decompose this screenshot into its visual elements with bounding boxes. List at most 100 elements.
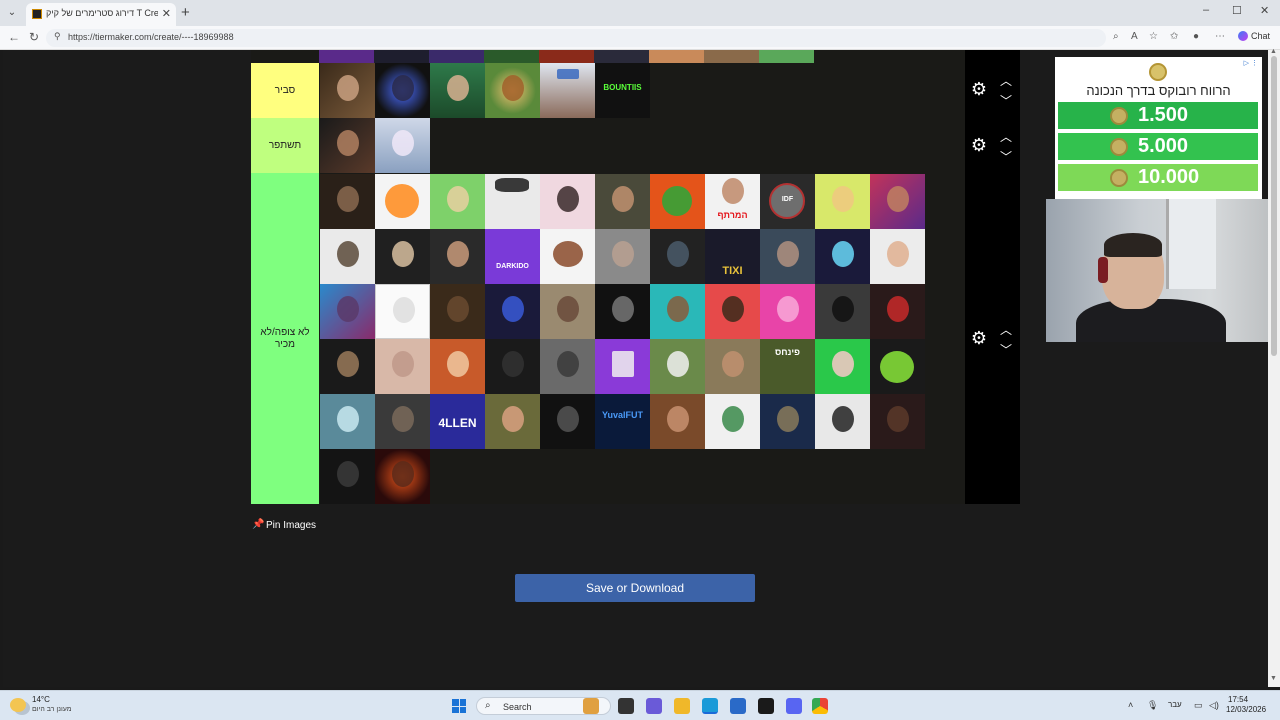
tier-image[interactable] bbox=[320, 394, 375, 449]
scroll-up-icon[interactable]: ▲ bbox=[1270, 48, 1277, 55]
read-aloud-icon[interactable]: A bbox=[1131, 31, 1138, 42]
tier-image[interactable] bbox=[375, 339, 430, 394]
tier-settings-gear-icon[interactable]: ⚙ bbox=[969, 79, 989, 99]
tier-label-saviv[interactable]: סביר bbox=[251, 63, 319, 118]
url-field[interactable]: ⚲ https://tiermaker.com/create/----18969… bbox=[46, 29, 1106, 47]
tier-image[interactable] bbox=[320, 118, 375, 173]
profile-avatar[interactable]: ● bbox=[1193, 31, 1199, 42]
tier-image[interactable] bbox=[815, 284, 870, 339]
tier-image[interactable] bbox=[320, 174, 375, 229]
tier-image[interactable] bbox=[815, 394, 870, 449]
tier-image[interactable] bbox=[705, 394, 760, 449]
ad-choices-icon[interactable]: ▷ ⋮ bbox=[1244, 59, 1258, 67]
file-explorer-icon[interactable] bbox=[674, 698, 690, 714]
tier-image[interactable] bbox=[705, 339, 760, 394]
tier-image[interactable] bbox=[595, 284, 650, 339]
tier-image[interactable]: TIXI bbox=[705, 229, 760, 284]
tier-image[interactable] bbox=[705, 284, 760, 339]
tier-image[interactable] bbox=[815, 174, 870, 229]
copilot-chat-button[interactable]: Chat bbox=[1238, 31, 1270, 41]
tier-image[interactable] bbox=[485, 339, 540, 394]
browser-tab[interactable]: דירוג סטרימרים של קיק T Create a ✕ bbox=[26, 3, 176, 26]
task-view-icon[interactable] bbox=[618, 698, 634, 714]
network-icon[interactable]: ▭ bbox=[1194, 700, 1203, 711]
scroll-down-icon[interactable]: ▼ bbox=[1270, 675, 1277, 682]
tier-label-not-watching[interactable]: לא צופה/לא מכיר bbox=[251, 173, 319, 504]
store-icon[interactable] bbox=[730, 698, 746, 714]
volume-icon[interactable]: ◁) bbox=[1209, 700, 1219, 711]
tier-image[interactable] bbox=[870, 339, 925, 394]
keyboard-language[interactable]: עבר bbox=[1168, 700, 1182, 709]
move-tier-up-icon[interactable]: ︿ bbox=[1000, 321, 1012, 338]
tier-image[interactable] bbox=[320, 284, 375, 339]
maximize-button[interactable]: ☐ bbox=[1232, 4, 1242, 17]
show-hidden-icons[interactable]: ˄ bbox=[1128, 700, 1133, 710]
tier-image[interactable] bbox=[485, 63, 540, 118]
tier-image[interactable]: BOUNTIIS bbox=[595, 63, 650, 118]
tier-image[interactable] bbox=[870, 229, 925, 284]
tier-image[interactable] bbox=[540, 63, 595, 118]
zoom-icon[interactable]: ⌕ bbox=[1113, 31, 1119, 42]
tier-image[interactable] bbox=[540, 229, 595, 284]
tier-image[interactable] bbox=[595, 229, 650, 284]
tier-image[interactable] bbox=[485, 174, 540, 229]
tier-image[interactable] bbox=[375, 63, 430, 118]
tier-image[interactable] bbox=[540, 284, 595, 339]
robux-ad[interactable]: ▷ ⋮ הרווח רובוקס בדרך הנכונה 1.500 5.000… bbox=[1055, 57, 1262, 202]
more-menu-icon[interactable]: ⋯ bbox=[1215, 31, 1225, 42]
favorites-icon[interactable]: ✩ bbox=[1170, 31, 1178, 42]
ad-amount-pill[interactable]: 1.500 bbox=[1058, 102, 1258, 129]
move-tier-up-icon[interactable]: ︿ bbox=[1000, 72, 1012, 89]
weather-icon[interactable] bbox=[10, 698, 26, 712]
tier-image[interactable] bbox=[650, 394, 705, 449]
tier-image[interactable]: IDF bbox=[760, 174, 815, 229]
clock-time[interactable]: 17:54 bbox=[1228, 695, 1248, 704]
favorite-star-icon[interactable]: ☆ bbox=[1149, 31, 1158, 42]
page-scrollbar[interactable]: ▲ ▼ bbox=[1268, 48, 1280, 687]
tier-image[interactable]: פינחס bbox=[760, 339, 815, 394]
discord-icon[interactable] bbox=[786, 698, 802, 714]
tier-image[interactable] bbox=[760, 394, 815, 449]
widget-app-icon[interactable] bbox=[583, 698, 599, 714]
back-icon[interactable]: ← bbox=[8, 30, 20, 44]
tier-label-tishtaper[interactable]: תשתפר bbox=[251, 118, 319, 173]
move-tier-down-icon[interactable]: ﹀ bbox=[1000, 341, 1012, 358]
tab-close-icon[interactable]: ✕ bbox=[162, 7, 171, 20]
tier-image[interactable] bbox=[870, 284, 925, 339]
app-icon[interactable] bbox=[758, 698, 774, 714]
scrollbar-thumb[interactable] bbox=[1271, 56, 1277, 356]
tier-image[interactable] bbox=[595, 174, 650, 229]
tier-image[interactable]: המרתף bbox=[705, 174, 760, 229]
save-or-download-button[interactable]: Save or Download bbox=[515, 574, 755, 602]
tier-image[interactable] bbox=[375, 174, 430, 229]
tier-image[interactable] bbox=[430, 63, 485, 118]
tier-image[interactable] bbox=[430, 339, 485, 394]
tier-image[interactable] bbox=[760, 229, 815, 284]
tier-image[interactable] bbox=[375, 229, 430, 284]
ad-amount-pill[interactable]: 5.000 bbox=[1058, 133, 1258, 160]
tier-image[interactable]: YuvalFUT bbox=[595, 394, 650, 449]
tier-image[interactable] bbox=[815, 339, 870, 394]
tier-image[interactable] bbox=[540, 394, 595, 449]
tier-image[interactable] bbox=[320, 229, 375, 284]
tier-image[interactable] bbox=[375, 118, 430, 173]
tier-image[interactable] bbox=[870, 394, 925, 449]
teams-icon[interactable] bbox=[646, 698, 662, 714]
ad-amount-pill[interactable]: 10.000 bbox=[1058, 164, 1258, 191]
move-tier-down-icon[interactable]: ﹀ bbox=[1000, 92, 1012, 109]
site-info-icon[interactable]: ⚲ bbox=[54, 31, 61, 42]
tier-settings-gear-icon[interactable]: ⚙ bbox=[969, 328, 989, 348]
tier-image[interactable]: 4LLEN bbox=[430, 394, 485, 449]
chrome-icon[interactable] bbox=[812, 698, 828, 714]
tier-settings-gear-icon[interactable]: ⚙ bbox=[969, 135, 989, 155]
tier-image[interactable] bbox=[650, 229, 705, 284]
clock-date[interactable]: 12/03/2026 bbox=[1226, 705, 1266, 714]
start-button[interactable] bbox=[452, 699, 466, 713]
move-tier-up-icon[interactable]: ︿ bbox=[1000, 128, 1012, 145]
tier-image[interactable] bbox=[540, 339, 595, 394]
tier-image[interactable] bbox=[430, 229, 485, 284]
tier-image[interactable] bbox=[760, 284, 815, 339]
tier-image[interactable] bbox=[375, 284, 430, 339]
tier-image[interactable] bbox=[320, 63, 375, 118]
tier-image[interactable] bbox=[650, 284, 705, 339]
